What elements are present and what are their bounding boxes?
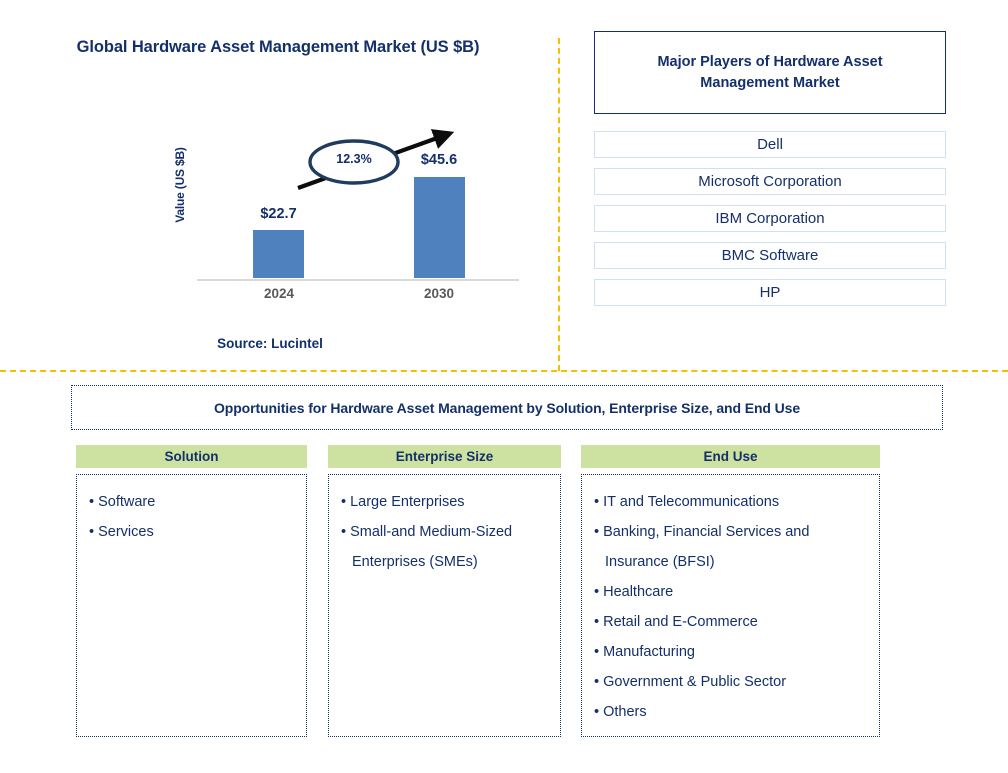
list-item: • Software [89, 494, 156, 510]
major-players-header: Major Players of Hardware Asset Manageme… [594, 31, 946, 114]
list-item: • Retail and E-Commerce [594, 614, 758, 630]
major-players-panel: Major Players of Hardware Asset Manageme… [594, 31, 946, 306]
cagr-label: 12.3% [336, 152, 372, 166]
cagr-growth-arrow-icon [297, 129, 455, 190]
list-item: • Small-and Medium-Sized Enterprises (SM… [341, 524, 513, 570]
opportunities-banner: Opportunities for Hardware Asset Managem… [71, 385, 943, 430]
x-tick-2030: 2030 [423, 286, 455, 301]
player-row[interactable]: BMC Software [594, 242, 946, 269]
bar-chart: Value (US $B) $22.7 $45.6 2024 2030 12.3… [0, 120, 556, 310]
list-item: • Government & Public Sector [594, 674, 787, 690]
bar-2024 [253, 230, 304, 278]
list-item: • Services [89, 524, 154, 540]
market-chart-panel: Global Hardware Asset Management Market … [0, 28, 556, 363]
list-item: • Large Enterprises [341, 494, 465, 510]
player-row[interactable]: IBM Corporation [594, 205, 946, 232]
segment-box-enterprise-size: • Large Enterprises • Small-and Medium-S… [328, 474, 561, 737]
x-axis-line [197, 279, 519, 281]
player-row[interactable]: Microsoft Corporation [594, 168, 946, 195]
x-tick-2024: 2024 [263, 286, 295, 301]
major-players-list: Dell Microsoft Corporation IBM Corporati… [594, 131, 946, 306]
segment-box-solution: • Software • Services [76, 474, 307, 737]
list-item: • Others [594, 704, 647, 720]
chart-title: Global Hardware Asset Management Market … [76, 38, 480, 56]
vertical-divider [558, 38, 560, 371]
segment-box-end-use: • IT and Telecommunications • Banking, F… [581, 474, 880, 737]
y-axis-label: Value (US $B) [173, 147, 187, 223]
player-row[interactable]: Dell [594, 131, 946, 158]
segment-header-end-use: End Use [581, 445, 880, 468]
player-row[interactable]: HP [594, 279, 946, 306]
list-item: • Banking, Financial Services and Insura… [594, 524, 810, 570]
segment-header-enterprise-size: Enterprise Size [328, 445, 561, 468]
list-item: • Manufacturing [594, 644, 695, 660]
list-item: • IT and Telecommunications [594, 494, 780, 510]
source-attribution: Source: Lucintel [217, 336, 323, 351]
segment-header-solution: Solution [76, 445, 307, 468]
horizontal-divider [0, 370, 1008, 372]
list-item: • Healthcare [594, 584, 674, 600]
